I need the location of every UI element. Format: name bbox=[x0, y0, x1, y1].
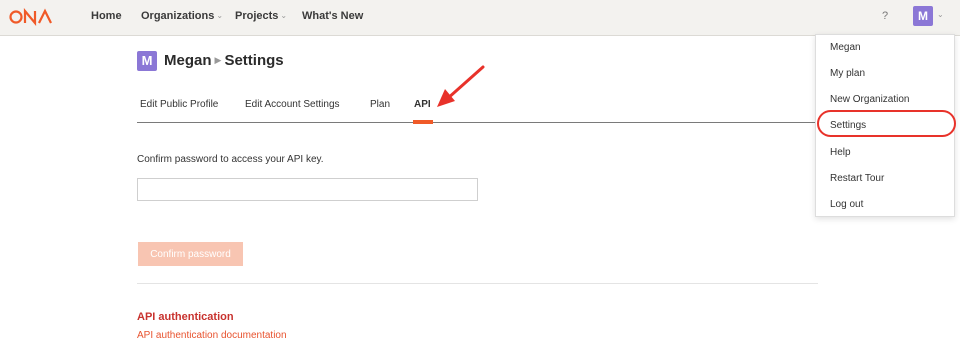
chevron-down-icon[interactable]: ⌄ bbox=[937, 10, 944, 19]
ona-logo[interactable] bbox=[9, 8, 55, 26]
tab-edit-public-profile[interactable]: Edit Public Profile bbox=[140, 99, 218, 110]
nav-whats-new[interactable]: What's New bbox=[302, 10, 363, 22]
breadcrumb-separator-icon: ▶ bbox=[214, 55, 222, 65]
tabs-divider bbox=[137, 122, 818, 123]
menu-item-log-out[interactable]: Log out bbox=[830, 199, 863, 210]
top-navbar: Home Organizations ⌄ Projects ⌄ What's New… bbox=[0, 0, 960, 36]
menu-item-my-plan[interactable]: My plan bbox=[830, 68, 865, 79]
nav-projects[interactable]: Projects ⌄ bbox=[235, 10, 287, 22]
menu-item-megan[interactable]: Megan bbox=[830, 42, 861, 53]
api-authentication-heading: API authentication bbox=[137, 311, 234, 323]
nav-home[interactable]: Home bbox=[91, 10, 122, 22]
section-divider bbox=[137, 283, 818, 284]
nav-projects-label: Projects bbox=[235, 10, 279, 22]
api-authentication-documentation-link[interactable]: API authentication documentation bbox=[137, 330, 287, 341]
tab-api[interactable]: API bbox=[414, 99, 431, 110]
chevron-down-icon: ⌄ bbox=[280, 11, 288, 20]
tab-edit-account-settings[interactable]: Edit Account Settings bbox=[245, 99, 340, 110]
menu-item-new-organization[interactable]: New Organization bbox=[830, 94, 909, 105]
breadcrumb: Megan ▶ Settings bbox=[164, 52, 284, 69]
password-field[interactable] bbox=[137, 178, 478, 201]
avatar: M bbox=[137, 51, 157, 71]
nav-organizations-label: Organizations bbox=[141, 10, 215, 22]
settings-highlight-circle bbox=[817, 110, 956, 137]
annotation-arrow-icon bbox=[437, 65, 485, 107]
page-title: Settings bbox=[224, 52, 284, 69]
menu-item-help[interactable]: Help bbox=[830, 147, 851, 158]
menu-item-restart-tour[interactable]: Restart Tour bbox=[830, 173, 884, 184]
confirm-password-button[interactable]: Confirm password bbox=[138, 242, 243, 266]
user-avatar-button[interactable]: M bbox=[913, 6, 933, 26]
chevron-down-icon: ⌄ bbox=[216, 11, 224, 20]
confirm-password-prompt: Confirm password to access your API key. bbox=[137, 154, 324, 165]
breadcrumb-user: Megan bbox=[164, 52, 212, 69]
help-icon[interactable]: ? bbox=[882, 10, 888, 22]
nav-organizations[interactable]: Organizations ⌄ bbox=[141, 10, 223, 22]
active-tab-indicator bbox=[413, 120, 433, 124]
tab-plan[interactable]: Plan bbox=[370, 99, 390, 110]
